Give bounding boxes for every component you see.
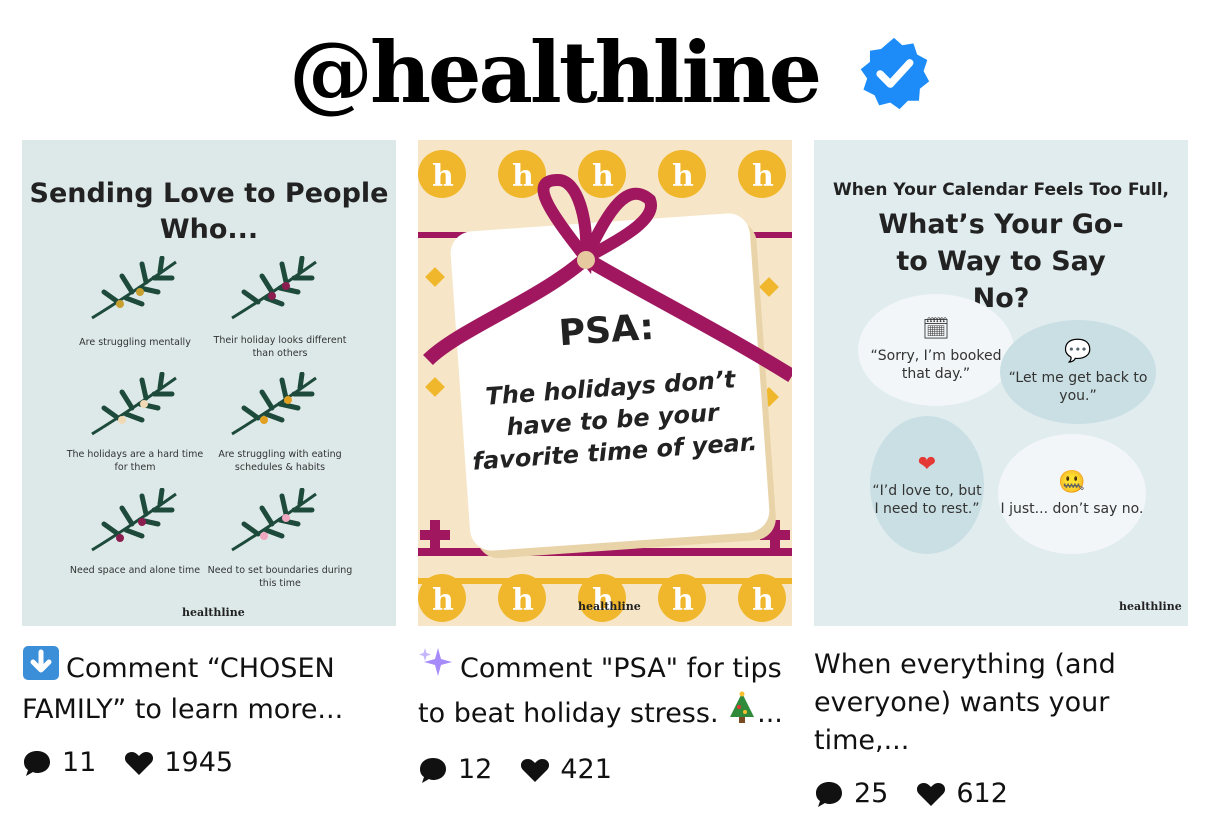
- heart-icon: [521, 758, 550, 782]
- image-item-label: Are struggling with eating schedules & h…: [218, 449, 342, 473]
- like-count[interactable]: 1945: [124, 747, 233, 778]
- caption-ellipsis: ...: [757, 698, 783, 729]
- post-image[interactable]: When Your Calendar Feels Too Full, What’…: [814, 140, 1188, 626]
- branch-illustration: [91, 488, 177, 552]
- post-caption[interactable]: When everything (and everyone) wants you…: [814, 646, 1188, 760]
- profile-header: @healthline: [0, 18, 1220, 128]
- ribbon-bow: [423, 173, 792, 382]
- like-count-value: 612: [956, 778, 1008, 809]
- heart-icon: [125, 751, 154, 775]
- comment-icon: [24, 750, 50, 776]
- post-stats: 11 1945: [22, 747, 396, 778]
- comment-icon: [816, 781, 842, 807]
- post-card[interactable]: When Your Calendar Feels Too Full, What’…: [814, 140, 1188, 809]
- comment-count[interactable]: 11: [22, 747, 96, 778]
- bubble-text: “Sorry, I’m booked that day.”: [870, 348, 1002, 382]
- branch-illustration: [91, 256, 177, 320]
- like-count[interactable]: 612: [916, 778, 1008, 809]
- like-count[interactable]: 421: [520, 754, 612, 785]
- image-item-label: Need to set boundaries during this time: [207, 565, 353, 589]
- image-item-label: Their holiday looks different than other…: [213, 335, 347, 359]
- heart-emoji-icon: ❤: [917, 452, 937, 477]
- branch-illustration: [231, 256, 317, 320]
- speech-balloon-icon: 💬: [1064, 339, 1092, 364]
- brand-logo: healthline: [182, 606, 245, 619]
- comment-count[interactable]: 25: [814, 778, 888, 809]
- comment-count[interactable]: 12: [418, 754, 492, 785]
- branch-illustration: [91, 372, 177, 436]
- speech-bubble: 🗓 “Sorry, I’m booked that day.”: [858, 294, 1014, 406]
- post-card[interactable]: Sending Love to People Who... Are strugg…: [22, 140, 396, 778]
- image-item-label: Are struggling mentally: [79, 337, 191, 348]
- post-stats: 12 421: [418, 754, 792, 785]
- zipper-mouth-face-icon: 🤐: [1058, 470, 1086, 495]
- speech-bubble: ❤ “I’d love to, but I need to rest.”: [870, 416, 984, 554]
- bubble-text: “I’d love to, but I need to rest.”: [872, 483, 982, 517]
- profile-handle[interactable]: @healthline: [289, 31, 822, 115]
- image-title: Sending Love to People Who...: [29, 178, 389, 245]
- comment-icon: [420, 757, 446, 783]
- caption-text: Comment “CHOSEN FAMILY” to learn more...: [22, 653, 344, 725]
- branch-illustration: [231, 488, 317, 552]
- down-arrow-icon: [22, 646, 60, 691]
- bubble-text: “Let me get back to you.”: [1008, 370, 1148, 404]
- post-stats: 25 612: [814, 778, 1188, 809]
- branch-illustration: [231, 372, 317, 436]
- image-item-label: The holidays are a hard time for them: [66, 449, 204, 473]
- comment-count-value: 11: [62, 747, 97, 778]
- sparkles-icon: [418, 646, 454, 691]
- heart-icon: [917, 782, 946, 806]
- post-image[interactable]: Sending Love to People Who... Are strugg…: [22, 140, 396, 626]
- calendar-icon: 🗓: [922, 317, 950, 342]
- post-caption[interactable]: Comment “CHOSEN FAMILY” to learn more...: [22, 646, 396, 729]
- post-card[interactable]: hhhhh hhhhh PSA: The holidays don’t have…: [418, 140, 792, 785]
- like-count-value: 421: [560, 754, 612, 785]
- verified-badge-icon: [860, 37, 930, 110]
- christmas-tree-icon: [727, 691, 757, 736]
- post-caption[interactable]: Comment "PSA" for tips to beat holiday s…: [418, 646, 792, 736]
- brand-logo: healthline: [1119, 600, 1182, 613]
- image-item-label: Need space and alone time: [69, 565, 201, 576]
- image-subtitle: When Your Calendar Feels Too Full,: [832, 180, 1170, 200]
- comment-count-value: 12: [458, 754, 493, 785]
- comment-count-value: 25: [854, 778, 889, 809]
- post-image[interactable]: hhhhh hhhhh PSA: The holidays don’t have…: [418, 140, 792, 626]
- like-count-value: 1945: [164, 747, 234, 778]
- speech-bubble: 💬 “Let me get back to you.”: [1000, 320, 1156, 424]
- brand-logo: healthline: [578, 600, 641, 613]
- speech-bubble: 🤐 I just... don’t say no.: [998, 434, 1146, 554]
- bubble-text: I just... don’t say no.: [1000, 501, 1144, 517]
